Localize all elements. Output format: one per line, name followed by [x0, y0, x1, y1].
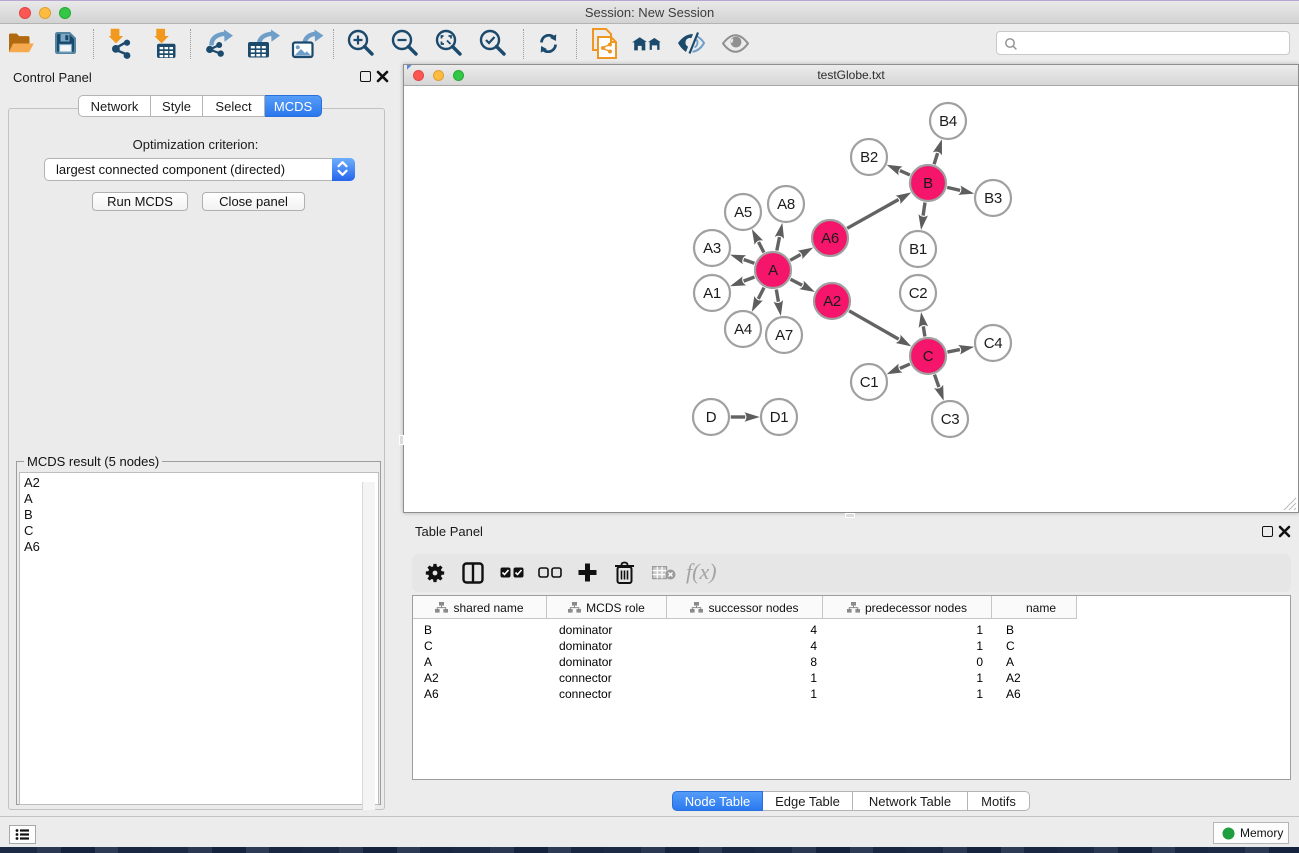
svg-text:C4: C4 [984, 335, 1003, 352]
svg-text:C3: C3 [941, 411, 960, 428]
svg-text:D: D [706, 409, 717, 426]
svg-text:A4: A4 [734, 321, 752, 338]
svg-text:D1: D1 [770, 409, 789, 426]
svg-text:B2: B2 [860, 149, 878, 166]
svg-text:C: C [923, 348, 934, 365]
svg-text:B4: B4 [939, 113, 957, 130]
svg-text:A3: A3 [703, 240, 721, 257]
svg-text:B3: B3 [984, 190, 1002, 207]
svg-text:C2: C2 [909, 285, 928, 302]
svg-text:A7: A7 [775, 327, 793, 344]
svg-text:A2: A2 [823, 293, 841, 310]
svg-text:B1: B1 [909, 241, 927, 258]
svg-text:A5: A5 [734, 204, 752, 221]
svg-text:B: B [923, 175, 933, 192]
svg-text:A: A [768, 262, 778, 279]
svg-text:A1: A1 [703, 285, 721, 302]
svg-text:A8: A8 [777, 196, 795, 213]
svg-text:C1: C1 [860, 374, 879, 391]
svg-text:A6: A6 [821, 230, 839, 247]
